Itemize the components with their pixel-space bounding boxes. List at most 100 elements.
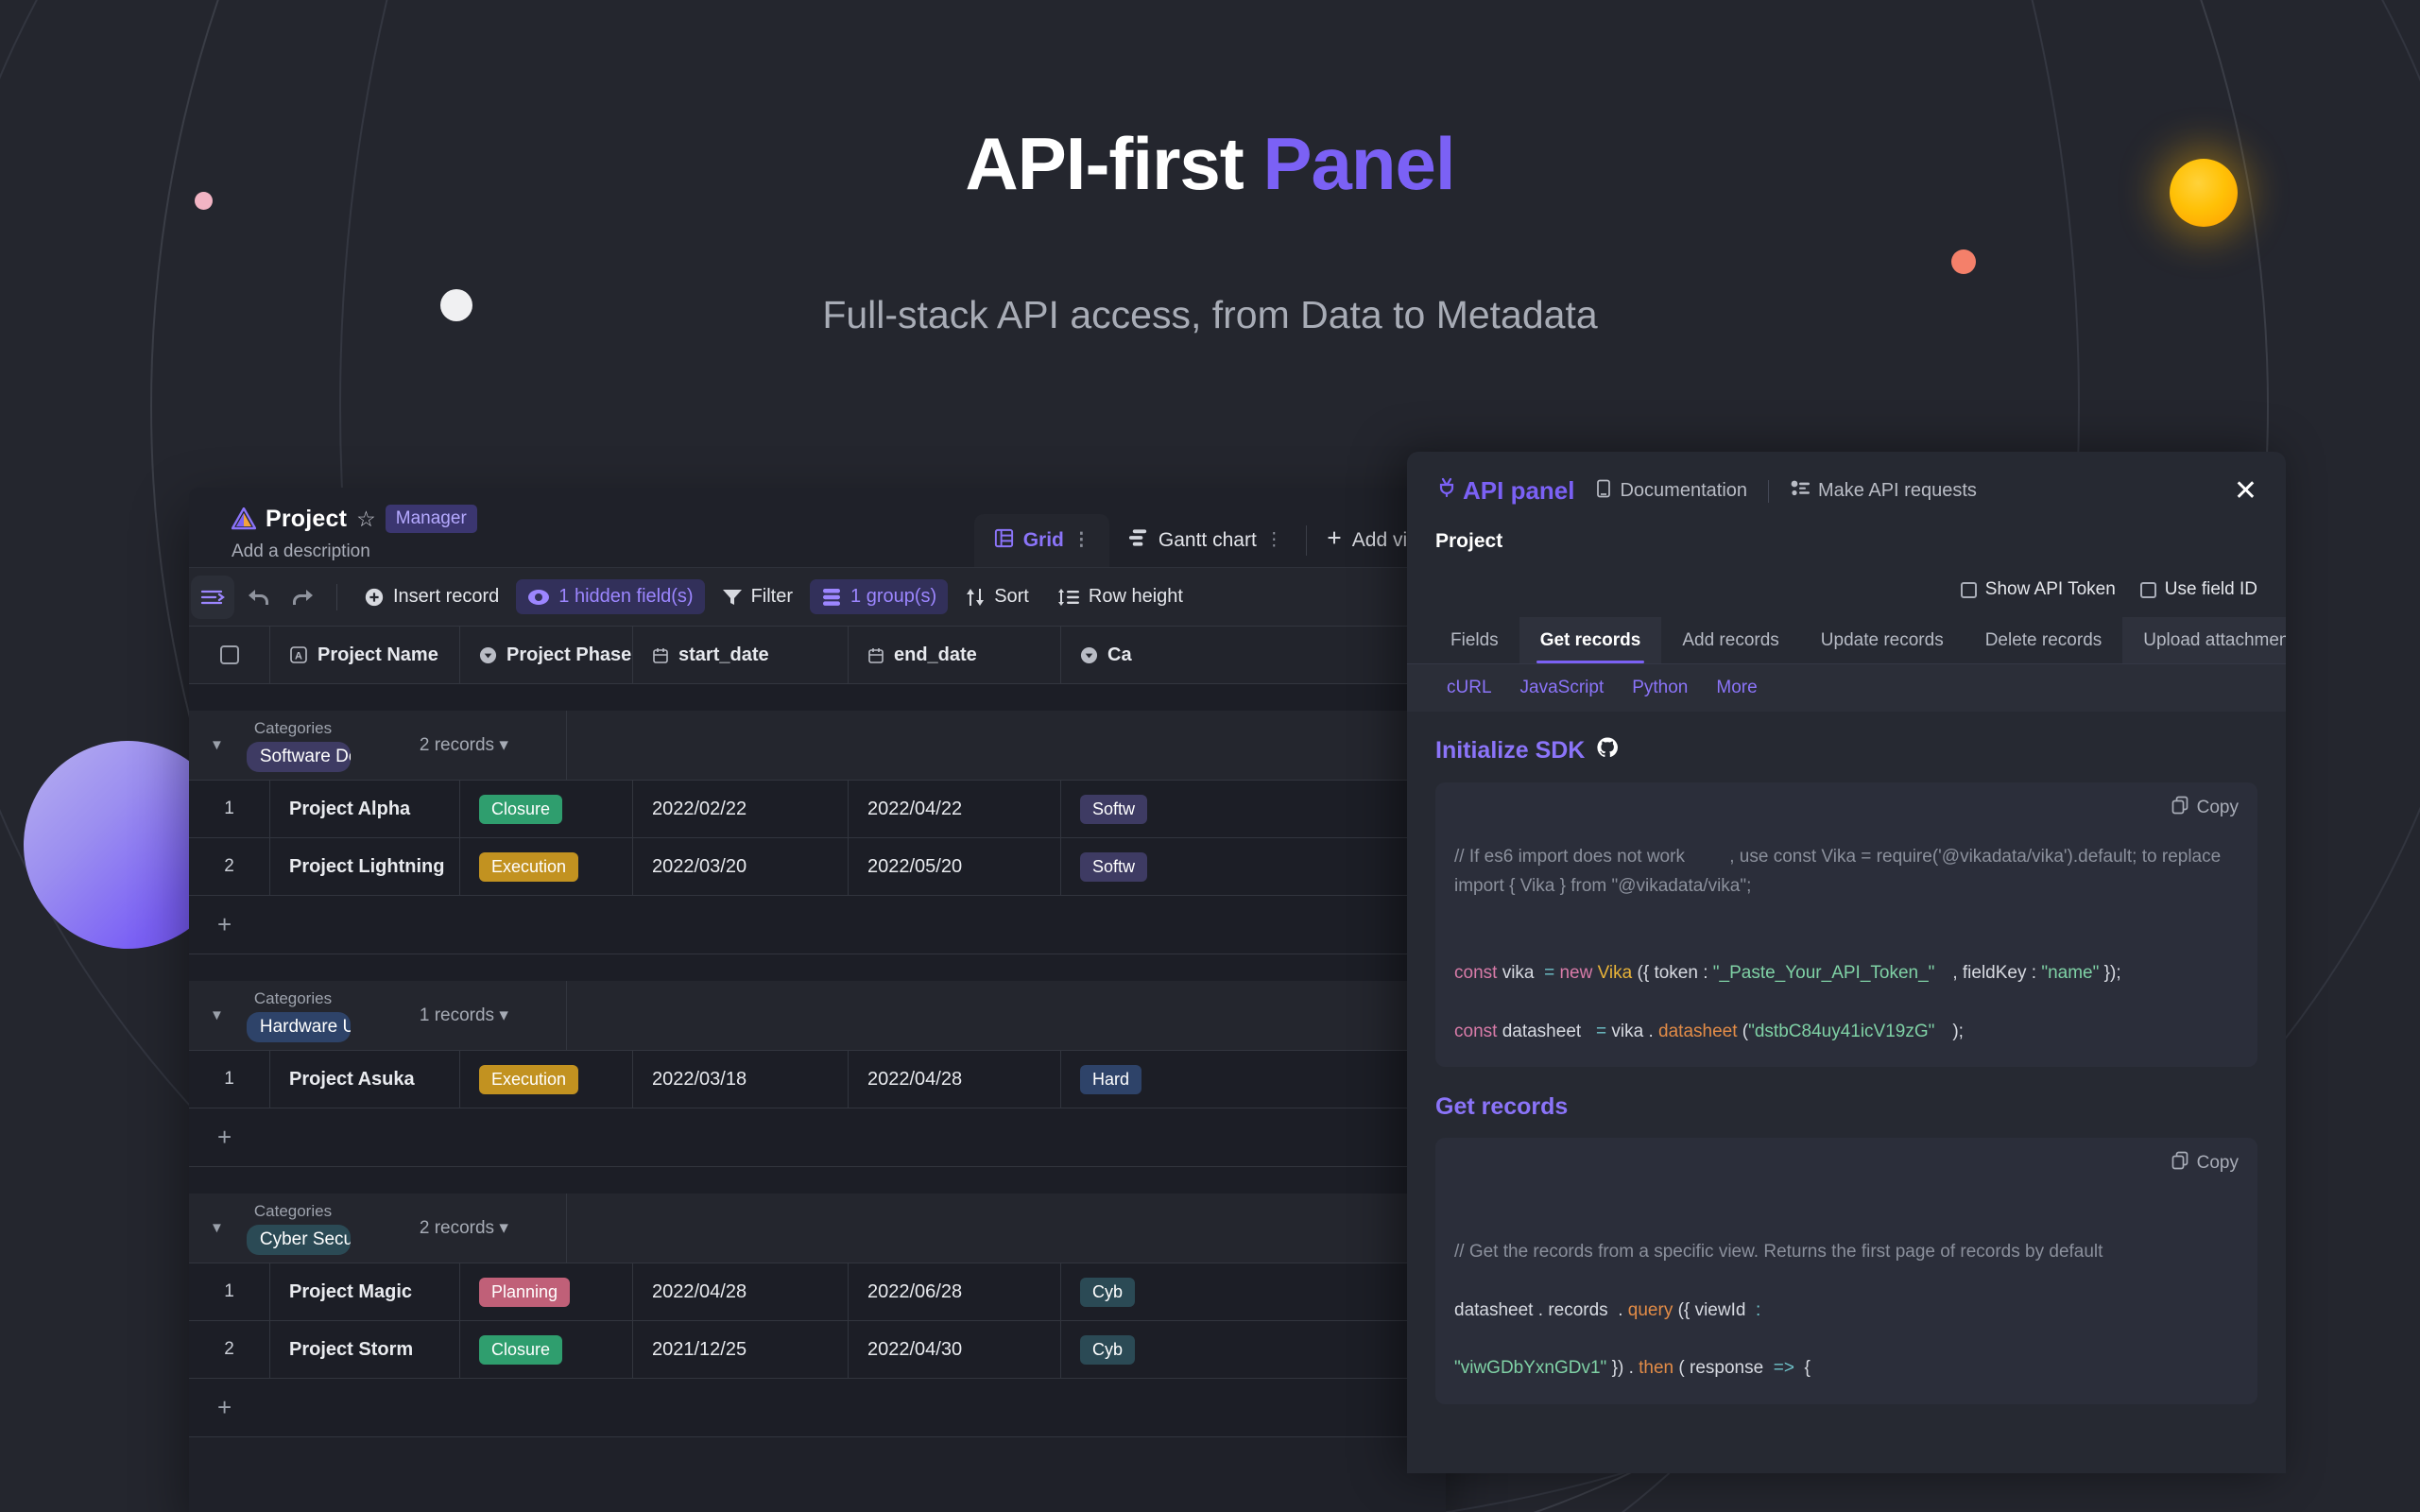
cell-project-name[interactable]: Project Magic <box>270 1263 460 1320</box>
select-all-checkbox[interactable] <box>189 627 270 683</box>
cell-project-name[interactable]: Project Asuka <box>270 1051 460 1108</box>
column-header-project-phase[interactable]: Project Phase <box>460 627 633 683</box>
undo-button[interactable] <box>240 578 278 616</box>
table-row[interactable]: 1 Project Magic Planning 2022/04/28 2022… <box>189 1263 1446 1321</box>
github-icon[interactable] <box>1596 736 1619 765</box>
view-tab-grid[interactable]: Grid ⋮ <box>973 514 1109 567</box>
group-header[interactable]: ▼ Categories Software Dev 2 records ▾ <box>189 711 1446 781</box>
column-header-start-date[interactable]: start_date <box>633 627 849 683</box>
cell-project-phase[interactable]: Execution <box>460 1051 633 1108</box>
copy-button[interactable]: Copy <box>2171 796 2239 820</box>
checkbox-icon <box>2139 581 2156 598</box>
copy-icon <box>2171 796 2189 820</box>
add-record-row[interactable]: + <box>189 1379 1446 1437</box>
table-row[interactable]: 1 Project Asuka Execution 2022/03/18 202… <box>189 1051 1446 1108</box>
tab-get-records[interactable]: Get records <box>1519 617 1662 663</box>
view-tab-divider <box>1305 525 1307 556</box>
make-api-requests-link[interactable]: Make API requests <box>1790 479 1977 504</box>
sidebar-toggle-button[interactable] <box>191 575 234 619</box>
api-panel-logo: API panel <box>1435 476 1574 506</box>
section-title-label: Get records <box>1435 1093 1569 1121</box>
cell-start-date[interactable]: 2021/12/25 <box>633 1321 849 1378</box>
role-badge[interactable]: Manager <box>385 505 477 533</box>
column-header-label: start_date <box>678 644 769 665</box>
cell-project-phase[interactable]: Execution <box>460 838 633 895</box>
close-icon[interactable]: ✕ <box>2234 476 2257 506</box>
table-row[interactable]: 2 Project Storm Closure 2021/12/25 2022/… <box>189 1321 1446 1379</box>
cell-project-phase[interactable]: Closure <box>460 1321 633 1378</box>
cell-end-date[interactable]: 2022/04/30 <box>849 1321 1061 1378</box>
cell-end-date[interactable]: 2022/06/28 <box>849 1263 1061 1320</box>
add-record-row[interactable]: + <box>189 1108 1446 1167</box>
column-header-categories[interactable]: Ca <box>1061 627 1446 683</box>
filter-label: Filter <box>750 586 794 607</box>
cell-category[interactable]: Softw <box>1061 781 1446 837</box>
tab-update-records[interactable]: Update records <box>1800 617 1965 663</box>
star-icon[interactable]: ☆ <box>356 507 376 530</box>
collapse-caret-icon[interactable]: ▼ <box>210 1007 224 1023</box>
insert-record-button[interactable]: Insert record <box>352 579 510 614</box>
cell-end-date[interactable]: 2022/04/28 <box>849 1051 1061 1108</box>
page-subtitle: Full-stack API access, from Data to Meta… <box>822 293 1598 336</box>
documentation-link[interactable]: Documentation <box>1595 479 1747 504</box>
cell-end-date[interactable]: 2022/04/22 <box>849 781 1061 837</box>
plus-icon <box>1324 527 1345 554</box>
add-record-row[interactable]: + <box>189 896 1446 954</box>
cell-category[interactable]: Hard <box>1061 1051 1446 1108</box>
tab-add-records[interactable]: Add records <box>1661 617 1799 663</box>
view-tab-gantt-kebab-icon[interactable]: ⋮ <box>1265 531 1283 549</box>
tab-fields[interactable]: Fields <box>1430 617 1519 663</box>
cell-start-date[interactable]: 2022/04/28 <box>633 1263 849 1320</box>
datasheet-title: Project <box>266 505 348 532</box>
group-button[interactable]: 1 group(s) <box>810 579 949 614</box>
group-icon <box>821 588 842 607</box>
group-value-pill: Cyber Securit <box>246 1224 351 1255</box>
redo-button[interactable] <box>283 578 321 616</box>
toolbar-divider <box>336 583 337 610</box>
cell-category[interactable]: Cyb <box>1061 1321 1446 1378</box>
cell-category[interactable]: Cyb <box>1061 1263 1446 1320</box>
cell-project-phase[interactable]: Planning <box>460 1263 633 1320</box>
collapse-caret-icon[interactable]: ▼ <box>210 737 224 753</box>
header-divider <box>1768 479 1770 503</box>
tab-delete-records[interactable]: Delete records <box>1965 617 2123 663</box>
sort-button[interactable]: Sort <box>953 579 1040 614</box>
status-badge: Execution <box>479 1064 579 1094</box>
cell-start-date[interactable]: 2022/03/18 <box>633 1051 849 1108</box>
group-header[interactable]: ▼ Categories Hardware Up 1 records ▾ <box>189 981 1446 1051</box>
column-header-project-name[interactable]: A Project Name <box>270 627 460 683</box>
group-spacer <box>189 954 1446 981</box>
tab-upload-attachment[interactable]: Upload attachment <box>2122 617 2286 663</box>
collapse-caret-icon[interactable]: ▼ <box>210 1220 224 1236</box>
use-field-id-checkbox[interactable]: Use field ID <box>2139 579 2257 600</box>
cell-start-date[interactable]: 2022/02/22 <box>633 781 849 837</box>
table-row[interactable]: 1 Project Alpha Closure 2022/02/22 2022/… <box>189 781 1446 838</box>
hidden-fields-button[interactable]: 1 hidden field(s) <box>516 579 705 614</box>
category-badge: Hard <box>1080 1064 1142 1094</box>
group-header[interactable]: ▼ Categories Cyber Securit 2 records ▾ <box>189 1194 1446 1263</box>
cell-start-date[interactable]: 2022/03/20 <box>633 838 849 895</box>
group-value-pill: Hardware Up <box>246 1011 351 1042</box>
cell-project-phase[interactable]: Closure <box>460 781 633 837</box>
row-index: 1 <box>189 1051 270 1108</box>
view-tab-grid-kebab-icon[interactable]: ⋮ <box>1073 531 1090 549</box>
show-api-token-checkbox[interactable]: Show API Token <box>1960 579 2116 600</box>
column-header-label: Ca <box>1107 644 1132 665</box>
cell-project-name[interactable]: Project Storm <box>270 1321 460 1378</box>
lang-python[interactable]: Python <box>1632 678 1688 698</box>
copy-button[interactable]: Copy <box>2171 1151 2239 1176</box>
cell-category[interactable]: Softw <box>1061 838 1446 895</box>
make-api-requests-label: Make API requests <box>1818 480 1977 501</box>
cell-project-name[interactable]: Project Alpha <box>270 781 460 837</box>
view-tab-gantt[interactable]: Gantt chart ⋮ <box>1109 514 1302 567</box>
lang-more[interactable]: More <box>1716 678 1757 698</box>
row-height-button[interactable]: Row height <box>1046 579 1194 614</box>
copy-label: Copy <box>2196 1153 2239 1174</box>
cell-end-date[interactable]: 2022/05/20 <box>849 838 1061 895</box>
lang-javascript[interactable]: JavaScript <box>1520 678 1605 698</box>
column-header-end-date[interactable]: end_date <box>849 627 1061 683</box>
cell-project-name[interactable]: Project Lightning <box>270 838 460 895</box>
filter-button[interactable]: Filter <box>711 579 804 614</box>
table-row[interactable]: 2 Project Lightning Execution 2022/03/20… <box>189 838 1446 896</box>
lang-curl[interactable]: cURL <box>1447 678 1492 698</box>
